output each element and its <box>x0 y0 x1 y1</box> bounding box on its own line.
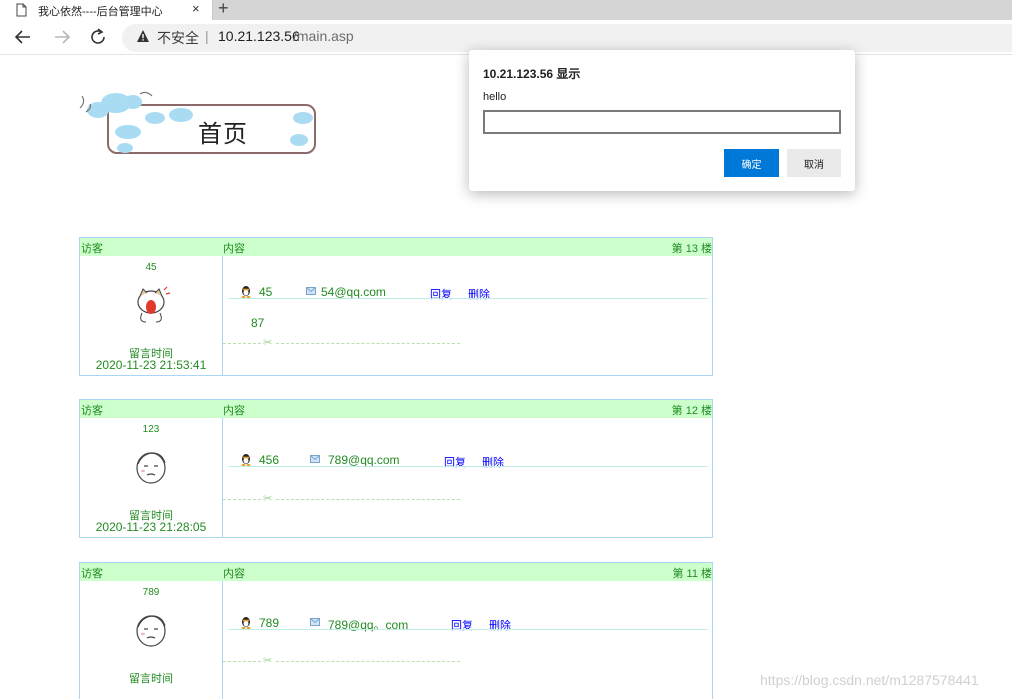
content-label: 内容 <box>223 243 245 255</box>
delete-link[interactable]: 删除 <box>468 286 490 302</box>
message-card: 访客 内容 第 13 楼 45 留言时间 2020-11-23 21:53:41… <box>79 237 713 376</box>
qq-number: 45 <box>259 285 273 299</box>
prompt-dialog: 10.21.123.56 显示 hello 确定 取消 <box>469 50 855 191</box>
dialog-title: 10.21.123.56 显示 <box>483 67 581 81</box>
email-text: 789@qq.com <box>328 453 400 467</box>
floor-label: 第 11 楼 <box>672 568 712 580</box>
watermark-text: https://blog.csdn.net/m1287578441 <box>760 672 979 688</box>
message-card: 访客 内容 第 11 楼 789 留言时间 789 789@qq。com 回复 … <box>79 562 713 699</box>
message-card: 访客 内容 第 12 楼 123 留言时间 2020-11-23 21:28:0… <box>79 399 713 538</box>
close-tab-icon[interactable]: × <box>192 1 200 17</box>
security-label[interactable]: 不安全 <box>157 28 199 48</box>
avatar-icon <box>136 615 166 647</box>
address-separator: | <box>205 28 209 44</box>
reply-link[interactable]: 回复 <box>451 617 473 633</box>
delete-link[interactable]: 删除 <box>489 617 511 633</box>
content-line <box>228 298 708 299</box>
card-header: 访客 内容 第 11 楼 <box>80 563 712 581</box>
ok-button[interactable]: 确定 <box>724 149 779 177</box>
visitor-label: 访客 <box>81 568 103 580</box>
message-time: 2020-11-23 21:28:05 <box>95 520 207 534</box>
card-header: 访客 内容 第 13 楼 <box>80 238 712 256</box>
forward-arrow-icon[interactable] <box>49 25 75 49</box>
column-divider <box>222 581 223 699</box>
cancel-button[interactable]: 取消 <box>787 149 841 177</box>
content-label: 内容 <box>223 568 245 580</box>
tab-title: 我心依然----后台管理中心 <box>38 6 163 18</box>
email-text: 54@qq.com <box>321 285 386 299</box>
url-host[interactable]: 10.21.123.56 <box>218 28 300 44</box>
scissors-icon: ✂ <box>263 337 273 349</box>
floor-label: 第 12 楼 <box>671 405 712 417</box>
qq-penguin-icon <box>241 454 251 466</box>
browser-tab[interactable]: 我心依然----后台管理中心 × <box>0 0 213 20</box>
content-label: 内容 <box>223 405 245 417</box>
column-divider <box>222 256 223 375</box>
card-header: 访客 内容 第 12 楼 <box>80 400 712 418</box>
mail-icon <box>310 618 320 626</box>
scissors-icon: ✂ <box>263 655 273 667</box>
visitor-name: 123 <box>142 424 160 435</box>
avatar-icon <box>137 286 171 323</box>
home-banner-text: 首页 <box>198 120 248 148</box>
document-icon <box>16 3 27 17</box>
cut-line-right <box>276 661 460 662</box>
back-arrow-icon[interactable] <box>10 25 36 49</box>
mail-icon <box>306 287 316 295</box>
message-content: 87 <box>251 316 265 330</box>
reply-link[interactable]: 回复 <box>430 286 452 302</box>
qq-penguin-icon <box>241 286 251 298</box>
reply-link[interactable]: 回复 <box>444 454 466 470</box>
reload-icon[interactable] <box>86 25 112 49</box>
warning-icon[interactable] <box>136 29 150 43</box>
cut-line-left <box>223 343 261 344</box>
cut-line-left <box>223 661 261 662</box>
time-label: 留言时间 <box>129 673 173 685</box>
cut-line-right <box>276 343 460 344</box>
message-time: 2020-11-23 21:53:41 <box>95 358 207 372</box>
qq-penguin-icon <box>241 617 251 629</box>
qq-number: 789 <box>259 616 280 630</box>
prompt-input[interactable] <box>483 110 841 134</box>
content-line <box>228 466 708 467</box>
content-line <box>228 629 708 630</box>
mail-icon <box>310 455 320 463</box>
visitor-name: 45 <box>145 262 157 273</box>
cut-line-right <box>276 499 460 500</box>
scissors-icon: ✂ <box>263 493 273 505</box>
visitor-name: 789 <box>142 587 160 598</box>
visitor-label: 访客 <box>81 243 103 255</box>
dialog-message: hello <box>483 91 507 103</box>
cut-line-left <box>223 499 261 500</box>
new-tab-button[interactable]: + <box>218 0 229 19</box>
avatar-icon <box>136 452 166 484</box>
column-divider <box>222 418 223 537</box>
floor-label: 第 13 楼 <box>671 243 712 255</box>
tab-bar: 我心依然----后台管理中心 × + <box>0 0 1012 20</box>
url-path[interactable]: /main.asp <box>293 28 354 44</box>
email-text: 789@qq。com <box>328 618 409 632</box>
visitor-label: 访客 <box>81 405 103 417</box>
qq-number: 456 <box>259 453 280 467</box>
delete-link[interactable]: 删除 <box>482 454 504 470</box>
